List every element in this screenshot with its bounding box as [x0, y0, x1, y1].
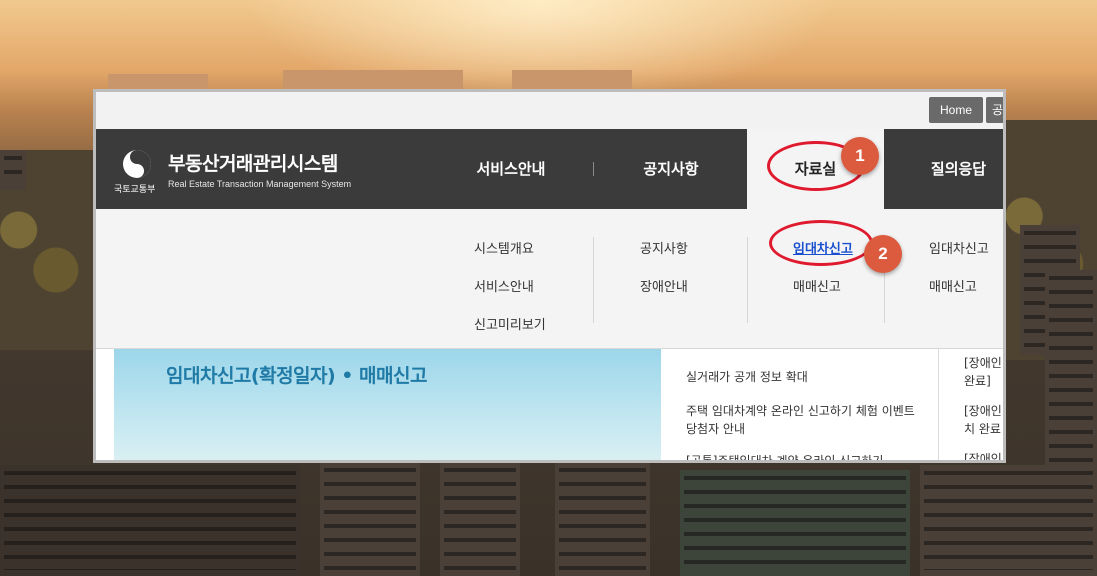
menu-item-outage-notice[interactable]: 장애안내 — [640, 276, 688, 295]
notice-item[interactable]: 실거래가 공개 정보 확대 — [686, 368, 926, 386]
step-badge-2: 2 — [864, 235, 902, 273]
home-button[interactable]: Home — [929, 97, 984, 123]
ministry-name: 국토교통부 — [114, 185, 156, 195]
menu-item-archive-sale-report[interactable]: 매매신고 — [793, 276, 841, 295]
outage-item[interactable]: 완료] — [964, 372, 991, 390]
main-content: 임대차신고(확정일자) • 매매신고 실거래가 공개 정보 확대 주택 임대차계… — [96, 349, 1003, 460]
building — [555, 462, 650, 576]
outage-item[interactable]: [장애인 — [964, 354, 1002, 372]
highlight-ring-lease-report — [769, 220, 873, 266]
rooftop — [283, 70, 463, 90]
ministry-logo[interactable]: 국토교통부 — [114, 149, 158, 201]
building — [440, 462, 520, 576]
nav-service-guide[interactable]: 서비스안내 — [456, 129, 566, 209]
outage-item[interactable]: 치 완료 — [964, 420, 1001, 438]
menu-item-notice[interactable]: 공지사항 — [640, 238, 688, 257]
menu-divider — [593, 237, 594, 323]
building — [920, 465, 1097, 576]
building — [320, 462, 420, 576]
taegeuk-emblem-icon — [123, 150, 151, 178]
mega-menu-dropdown: 시스템개요 서비스안내 신고미리보기 공지사항 장애안내 임대차신고 매매신고 … — [96, 209, 1003, 349]
building — [0, 150, 26, 190]
column-divider — [938, 349, 939, 460]
main-banner[interactable]: 임대차신고(확정일자) • 매매신고 — [114, 349, 661, 460]
rooftop — [512, 70, 632, 90]
site-subtitle: Real Estate Transaction Management Syste… — [168, 179, 352, 189]
notice-item[interactable]: [공통]주택임대차 계약 온라인 신고하기 — [686, 452, 926, 460]
utility-button[interactable]: 공 — [986, 97, 1003, 123]
nav-separator — [593, 162, 594, 176]
outage-item[interactable]: [장애인 — [964, 450, 1002, 460]
rooftop — [108, 74, 208, 90]
menu-item-service-guide[interactable]: 서비스안내 — [474, 276, 534, 295]
notice-item[interactable]: 주택 임대차계약 온라인 신고하기 체험 이벤트 당첨자 안내 — [686, 402, 926, 438]
nav-qna[interactable]: 질의응답 — [896, 129, 1003, 209]
banner-title: 임대차신고(확정일자) • 매매신고 — [166, 365, 427, 387]
site-title[interactable]: 부동산거래관리시스템 — [168, 149, 338, 176]
outage-item[interactable]: [장애인 — [964, 402, 1002, 420]
parking-lot — [680, 470, 910, 576]
utility-bar: Home 공 — [96, 92, 1003, 129]
menu-item-qna-lease-report[interactable]: 임대차신고 — [929, 238, 989, 257]
menu-divider — [747, 237, 748, 323]
menu-item-qna-sale-report[interactable]: 매매신고 — [929, 276, 977, 295]
step-badge-1: 1 — [841, 137, 879, 175]
menu-item-report-preview[interactable]: 신고미리보기 — [474, 314, 546, 333]
menu-item-system-overview[interactable]: 시스템개요 — [474, 238, 534, 257]
building — [0, 465, 300, 576]
nav-notice[interactable]: 공지사항 — [616, 129, 726, 209]
